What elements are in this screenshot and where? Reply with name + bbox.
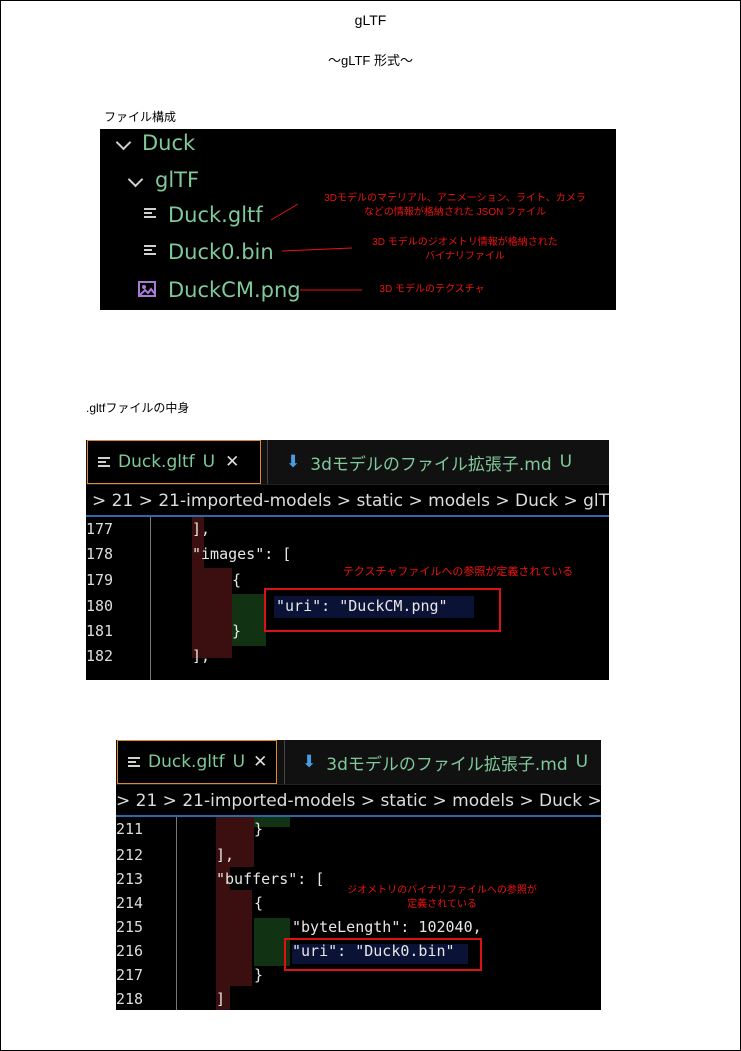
- tab-bar: Duck.gltf U ✕ ⬇ 3dモデルのファイル拡張子.md U: [116, 740, 601, 784]
- annotation-images: テクスチャファイルへの参照が定義されている: [342, 566, 574, 578]
- git-untracked-badge: U: [575, 752, 589, 772]
- tab-extension-md[interactable]: ⬇ 3dモデルのファイル拡張子.md U: [302, 740, 588, 784]
- breadcrumb[interactable]: > 21 > 21-imported-models > static > mod…: [86, 484, 609, 516]
- tab-duck-gltf[interactable]: Duck.gltf U ✕: [117, 740, 277, 784]
- git-untracked-badge: U: [232, 752, 246, 772]
- annotation-png: 3D モデルのテクスチャ: [379, 284, 485, 295]
- annotation-gltf: 3Dモデルのマテリアル、アニメーション、ライト、カメラ などの情報が格納された …: [324, 193, 586, 218]
- annotation-buffers: ジオメトリのバイナリファイルへの参照が 定義されている: [347, 885, 537, 910]
- tab-bar: Duck.gltf U ✕ ⬇ 3dモデルのファイル拡張子.md U: [86, 440, 609, 484]
- breadcrumb[interactable]: > 21 > 21-imported-models > static > mod…: [116, 784, 601, 816]
- file-lines-icon: [98, 457, 110, 467]
- arrow-down-icon: ⬇: [302, 752, 317, 772]
- annotation-bin: 3D モデルのジオメトリ情報が格納された バイナリファイル: [372, 237, 558, 262]
- tab-duck-gltf[interactable]: Duck.gltf U ✕: [87, 440, 261, 484]
- git-untracked-badge: U: [202, 452, 216, 472]
- annotation-lines: [270, 203, 362, 291]
- editor-screenshot-images: Duck.gltf U ✕ ⬇ 3dモデルのファイル拡張子.md U > 21 …: [86, 440, 609, 680]
- editor-screenshot-buffers: Duck.gltf U ✕ ⬇ 3dモデルのファイル拡張子.md U > 21 …: [116, 740, 601, 1010]
- git-untracked-badge: U: [559, 452, 573, 472]
- file-lines-icon: [128, 757, 140, 767]
- gltf-contents-label: .gltfファイルの中身: [86, 401, 190, 415]
- arrow-down-icon: ⬇: [286, 452, 301, 472]
- close-icon[interactable]: ✕: [253, 752, 267, 772]
- close-icon[interactable]: ✕: [225, 452, 239, 472]
- tab-extension-md[interactable]: ⬇ 3dモデルのファイル拡張子.md U: [286, 440, 572, 484]
